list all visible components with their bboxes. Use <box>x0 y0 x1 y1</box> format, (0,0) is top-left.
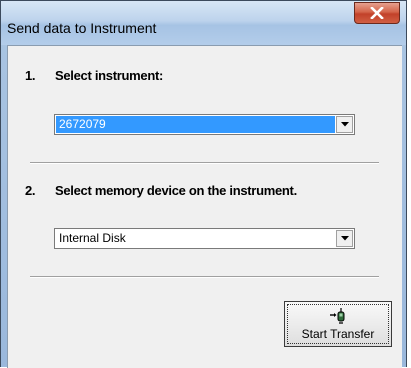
window-title: Send data to Instrument <box>7 20 157 36</box>
step2-heading: 2. Select memory device on the instrumen… <box>25 183 395 201</box>
step2-label: Select memory device on the instrument. <box>55 183 297 198</box>
divider-1 <box>30 162 379 164</box>
memory-device-dropdown-button[interactable] <box>336 230 353 247</box>
chevron-down-icon <box>340 122 349 127</box>
close-button[interactable] <box>354 2 400 24</box>
divider-2 <box>30 276 379 278</box>
transfer-icon <box>330 308 345 324</box>
start-transfer-label: Start Transfer <box>301 327 375 341</box>
step1-number: 1. <box>25 68 36 83</box>
start-transfer-button[interactable]: Start Transfer <box>284 301 392 347</box>
step1-label: Select instrument: <box>55 68 164 83</box>
instrument-select-value: 2672079 <box>56 116 335 133</box>
instrument-dropdown-button[interactable] <box>336 116 353 133</box>
instrument-select[interactable]: 2672079 <box>54 114 355 135</box>
step1-heading: 1. Select instrument: <box>25 68 385 86</box>
close-icon <box>370 7 384 19</box>
memory-device-select-value: Internal Disk <box>59 231 126 245</box>
chevron-down-icon <box>340 236 349 241</box>
dialog-body: 1. Select instrument: 2672079 2. Select … <box>7 45 402 368</box>
dialog-window: Send data to Instrument 1. Select instru… <box>0 0 407 368</box>
step2-number: 2. <box>25 183 36 198</box>
title-bar[interactable]: Send data to Instrument <box>1 1 406 45</box>
memory-device-select[interactable]: Internal Disk <box>54 228 355 249</box>
window-edge <box>407 0 411 367</box>
